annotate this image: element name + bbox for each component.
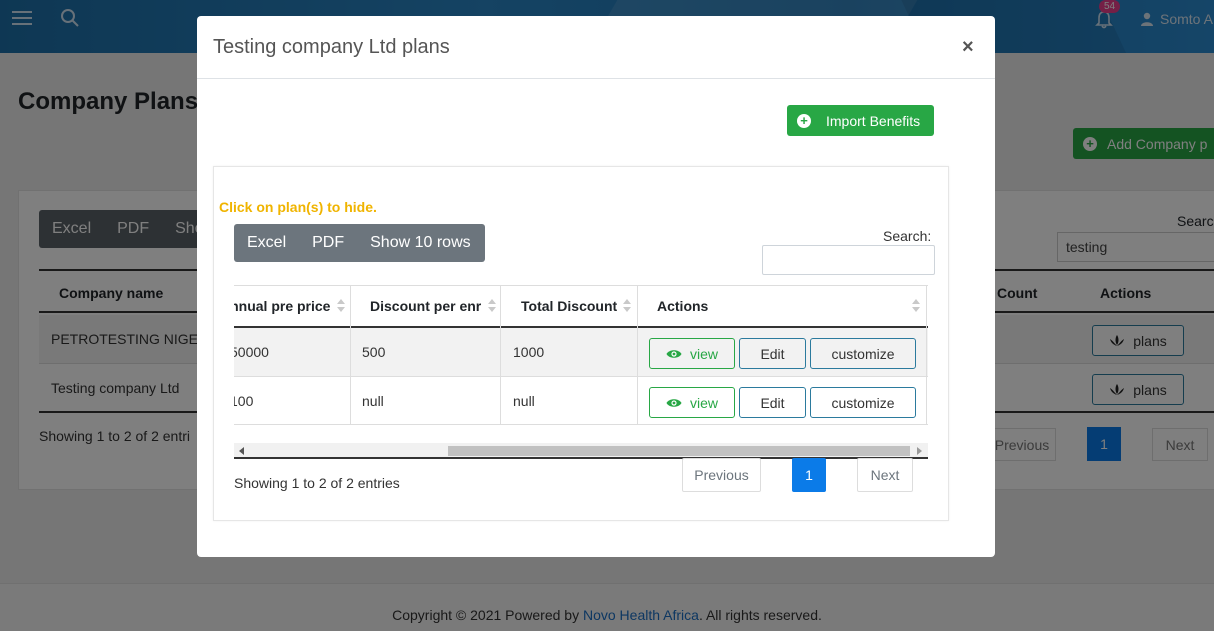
view-label: view [689,345,718,362]
column-divider [500,285,501,425]
view-label: view [689,394,718,411]
pdf-button[interactable]: PDF [299,224,357,262]
column-divider [926,285,927,425]
plans-table: Annual pre price Discount per enr Total … [234,285,928,428]
scroll-left-icon[interactable] [239,447,244,455]
annual-price-cell: 100 [234,393,254,409]
scrollbar-thumb[interactable] [448,446,910,456]
discount-per-cell: null [362,393,384,409]
total-discount-cell: null [513,393,535,409]
search-label: Search: [883,228,932,244]
annual-price-cell: 50000 [234,344,269,360]
scroll-right-icon[interactable] [917,447,922,455]
show-rows-dropdown[interactable]: Show 10 rows [357,224,485,282]
column-header-annual-price[interactable]: Annual pre price [234,286,330,327]
eye-icon [666,398,682,407]
column-header-discount-per[interactable]: Discount per enr [370,286,481,327]
table-row[interactable]: 50000 500 1000 view Edit customize [234,328,928,377]
sort-icon[interactable] [488,299,496,313]
plans-modal: Testing company Ltd plans × + Import Ben… [197,16,995,557]
next-page-button[interactable]: Next [857,458,913,492]
column-header-actions[interactable]: Actions [657,286,708,327]
total-discount-cell: 1000 [513,344,545,360]
customize-button[interactable]: customize [810,338,916,369]
hide-plans-hint: Click on plan(s) to hide. [219,199,377,215]
view-button[interactable]: view [649,387,735,418]
import-benefits-label: Import Benefits [826,112,921,129]
modal-header: Testing company Ltd plans × [197,16,995,79]
show-rows-label: Show 10 rows [370,234,471,251]
edit-button[interactable]: Edit [739,338,806,369]
sort-icon[interactable] [912,299,920,313]
plus-circle-icon: + [797,113,811,128]
excel-button[interactable]: Excel [234,224,299,262]
close-button[interactable]: × [962,36,974,59]
table-row[interactable]: 100 null null view Edit customize [234,377,928,425]
entries-info: Showing 1 to 2 of 2 entries [234,475,400,491]
customize-button[interactable]: customize [810,387,916,418]
import-benefits-button[interactable]: + Import Benefits [787,105,934,136]
discount-per-cell: 500 [362,344,386,360]
sort-icon[interactable] [623,299,631,313]
horizontal-scrollbar[interactable] [234,443,928,459]
edit-button[interactable]: Edit [739,387,806,418]
column-header-total-discount[interactable]: Total Discount [521,286,617,327]
page-1-button[interactable]: 1 [792,458,826,492]
modal-title: Testing company Ltd plans [213,36,450,58]
column-divider [637,285,638,425]
column-divider [350,285,351,425]
sort-icon[interactable] [337,299,345,313]
view-button[interactable]: view [649,338,735,369]
eye-icon [666,349,682,358]
previous-page-button[interactable]: Previous [682,458,761,492]
search-input[interactable] [762,245,935,275]
table-header: Annual pre price Discount per enr Total … [234,285,928,328]
caret-down-icon [374,277,385,282]
export-button-group: Excel PDF Show 10 rows [234,224,485,282]
